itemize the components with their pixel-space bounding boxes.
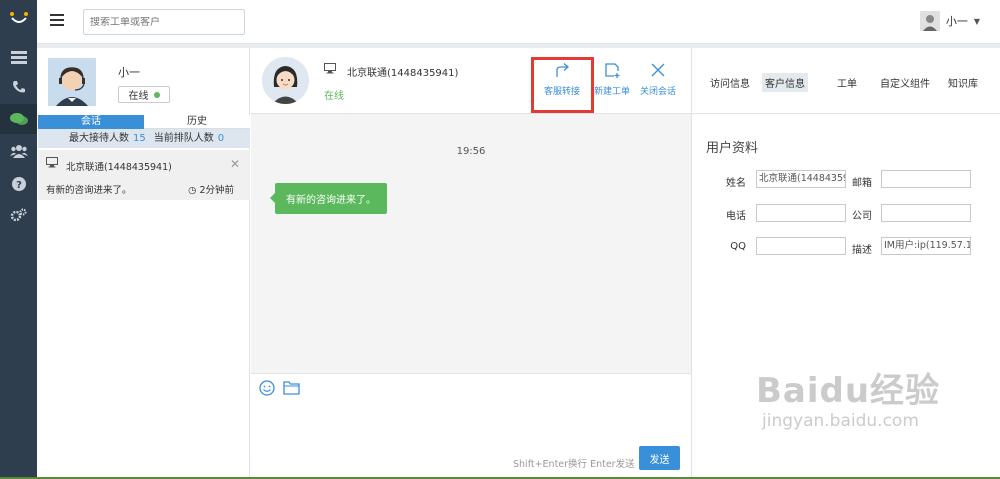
message-timestamp: 19:56 (456, 146, 486, 157)
close-session-icon[interactable]: ✕ (230, 157, 240, 171)
send-button[interactable]: 发送 (639, 446, 680, 470)
profile-title: 用户资料 (706, 141, 759, 156)
visitor-status: 在线 (324, 91, 344, 102)
chat-icon[interactable] (0, 104, 37, 134)
session-time-text: 2分钟前 (199, 185, 234, 196)
chat-panel: 北京联通(1448435941) 在线 客服转接 新建工单 关闭会话 19:56… (251, 48, 691, 478)
chat-header: 北京联通(1448435941) 在线 客服转接 新建工单 关闭会话 (251, 48, 691, 114)
queue-value: 0 (217, 133, 225, 144)
help-icon[interactable]: ? (0, 169, 37, 199)
session-time: ◷ 2分钟前 (188, 182, 234, 196)
clock-icon: ◷ (188, 185, 200, 196)
company-field[interactable] (881, 204, 971, 222)
max-reception-value: 15 (133, 133, 146, 144)
search-box[interactable] (83, 9, 245, 35)
tab-tickets[interactable]: 工单 (834, 73, 860, 92)
message-area: 19:56 有新的咨询进来了。 (251, 114, 691, 373)
team-icon[interactable] (0, 136, 37, 166)
emoji-icon[interactable] (259, 380, 275, 399)
highlight-box (531, 57, 594, 113)
folder-icon[interactable] (283, 380, 300, 399)
close-chat-label: 关闭会话 (639, 87, 676, 97)
close-icon (651, 63, 665, 77)
email-label: 邮箱 (852, 178, 872, 189)
baidu-watermark: Baidu经验 jingyan.baidu.com (756, 372, 940, 432)
user-menu[interactable]: 小一 ▼ (919, 11, 980, 31)
tab-sessions[interactable]: 会话 (38, 115, 144, 129)
session-last-message: 有新的咨询进来了。 (46, 185, 132, 196)
logo-icon[interactable] (0, 0, 37, 36)
left-nav: ? (0, 0, 37, 479)
list-icon[interactable] (0, 42, 37, 72)
user-name: 小一 (945, 15, 968, 28)
phone-icon[interactable] (0, 72, 37, 102)
composer[interactable]: Shift+Enter换行 Enter发送 发送 (251, 373, 691, 478)
queue-label: 当前排队人数 (153, 133, 214, 144)
search-input[interactable] (90, 16, 220, 28)
session-panel: 小一 在线 会话 历史 最大接待人数 15 当前排队人数 0 北京联通(1448435… (38, 48, 250, 478)
new-ticket-button[interactable]: 新建工单 (587, 62, 637, 97)
svg-text:?: ? (16, 180, 22, 191)
monitor-icon (324, 63, 336, 77)
agent-name: 小一 (118, 66, 140, 79)
info-tabs: 访问信息 客户信息 工单 自定义组件 知识库 (692, 48, 1000, 114)
online-dot-icon (153, 91, 160, 98)
avatar (919, 11, 940, 31)
hamburger-menu-icon[interactable] (50, 14, 64, 28)
watermark-brand: Baidu经验 (756, 371, 941, 411)
name-label: 姓名 (726, 178, 746, 189)
caret-down-icon: ▼ (973, 16, 980, 26)
visitor-name: 北京联通(1448435941) (347, 68, 459, 79)
tab-custom-components[interactable]: 自定义组件 (877, 73, 933, 92)
tab-history[interactable]: 历史 (144, 115, 250, 129)
tab-customer-info[interactable]: 客户信息 (762, 73, 808, 92)
qq-label: QQ (730, 241, 746, 252)
session-title: 北京联通(1448435941) (66, 162, 172, 173)
email-field[interactable] (881, 170, 971, 188)
top-bar: 小一 ▼ (37, 0, 1000, 44)
session-tabs: 会话 历史 (38, 115, 250, 129)
status-label: 在线 (128, 91, 149, 102)
agent-avatar (48, 58, 96, 106)
phone-label: 电话 (726, 211, 746, 222)
new-ticket-label: 新建工单 (593, 87, 630, 97)
description-label: 描述 (852, 245, 872, 256)
tab-knowledge-base[interactable]: 知识库 (945, 73, 981, 92)
status-toggle-button[interactable]: 在线 (118, 86, 170, 103)
company-label: 公司 (852, 211, 872, 222)
message-bubble: 有新的咨询进来了。 (270, 183, 387, 214)
description-field[interactable]: IM用户:ip(119.57.11 (881, 237, 971, 255)
close-chat-button[interactable]: 关闭会话 (633, 62, 683, 97)
monitor-icon (46, 157, 58, 171)
max-reception-label: 最大接待人数 (69, 133, 129, 144)
new-ticket-icon (605, 63, 620, 78)
session-list-item[interactable]: 北京联通(1448435941) ✕ 有新的咨询进来了。 ◷ 2分钟前 (38, 150, 250, 200)
visitor-avatar (262, 57, 309, 104)
send-hint: Shift+Enter换行 Enter发送 (513, 459, 635, 470)
queue-stats: 最大接待人数 15 当前排队人数 0 (38, 129, 250, 148)
watermark-url: jingyan.baidu.com (762, 411, 919, 431)
settings-icon[interactable] (0, 200, 37, 230)
tab-visit-info[interactable]: 访问信息 (707, 73, 753, 92)
